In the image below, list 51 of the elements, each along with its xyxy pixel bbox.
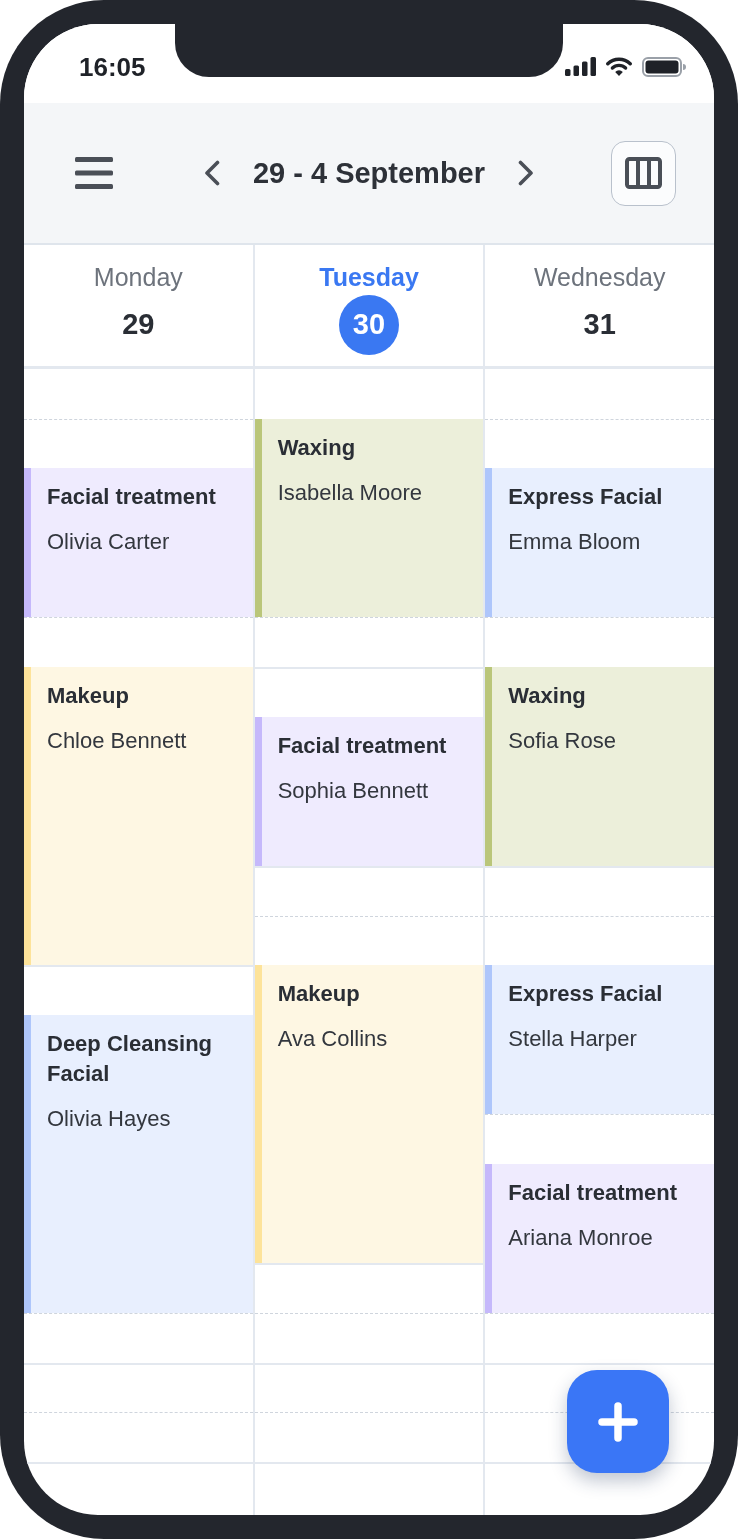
event-title: Facial treatment: [47, 483, 216, 512]
menu-button[interactable]: [75, 157, 113, 189]
columns-icon: [625, 157, 662, 189]
event-title: Facial treatment: [508, 1179, 678, 1207]
battery-icon: [642, 56, 686, 77]
event-card[interactable]: Makeup Ava Collins: [254, 965, 484, 1264]
event-client: Ariana Monroe: [508, 1225, 654, 1251]
event-card[interactable]: Express Facial Stella Harper: [485, 965, 714, 1115]
menu-icon: [75, 157, 113, 189]
event-title: Facial treatment: [277, 731, 447, 760]
add-button[interactable]: [567, 1370, 669, 1473]
plus-icon: [598, 1401, 638, 1442]
event-card[interactable]: Facial treatment Ariana Monroe: [485, 1164, 714, 1314]
event-client: Olivia Carter: [47, 529, 171, 556]
event-title: Deep Cleansing Facial: [47, 1029, 214, 1088]
view-toggle-button[interactable]: [611, 140, 676, 206]
status-time: 16:05: [79, 51, 146, 82]
event-card[interactable]: Makeup Chloe Bennett: [24, 667, 253, 966]
next-week-button[interactable]: [518, 160, 535, 186]
event-title: Makeup: [277, 980, 361, 1009]
event-client: Olivia Hayes: [47, 1105, 172, 1132]
day-date: 29: [122, 307, 155, 343]
event-card[interactable]: Facial treatment Olivia Carter: [24, 468, 253, 618]
event-client: Ava Collins: [277, 1026, 388, 1053]
day-name: Wednesday: [533, 262, 666, 293]
day-date: 30: [339, 295, 399, 355]
event-client: Isabella Moore: [277, 479, 422, 506]
event-card[interactable]: Express Facial Emma Bloom: [485, 468, 714, 618]
event-title: Waxing: [277, 433, 357, 462]
chevron-left-icon: [203, 160, 220, 186]
event-title: Makeup: [47, 682, 130, 711]
event-title: Waxing: [508, 682, 587, 711]
day-name: Tuesday: [319, 262, 419, 293]
event-title: Express Facial: [508, 980, 663, 1009]
event-card[interactable]: Deep Cleansing Facial Olivia Hayes: [24, 1014, 253, 1314]
event-card[interactable]: Waxing Isabella Moore: [254, 418, 484, 618]
wifi-icon: [606, 57, 632, 76]
event-client: Sofia Rose: [508, 728, 616, 755]
signal-icon: [565, 57, 596, 76]
event-client: Chloe Bennett: [47, 728, 187, 755]
event-title: Express Facial: [508, 483, 663, 512]
day-date: 31: [583, 307, 616, 343]
week-range-title: 29 - 4 September: [252, 156, 486, 191]
event-client: Emma Bloom: [508, 529, 642, 556]
event-card[interactable]: Waxing Sofia Rose: [485, 667, 714, 866]
day-name: Monday: [93, 262, 183, 293]
event-client: Sophia Bennett: [277, 777, 430, 804]
event-card[interactable]: Facial treatment Sophia Bennett: [254, 716, 484, 866]
previous-week-button[interactable]: [203, 160, 220, 186]
event-client: Stella Harper: [508, 1026, 638, 1053]
chevron-right-icon: [518, 160, 535, 186]
